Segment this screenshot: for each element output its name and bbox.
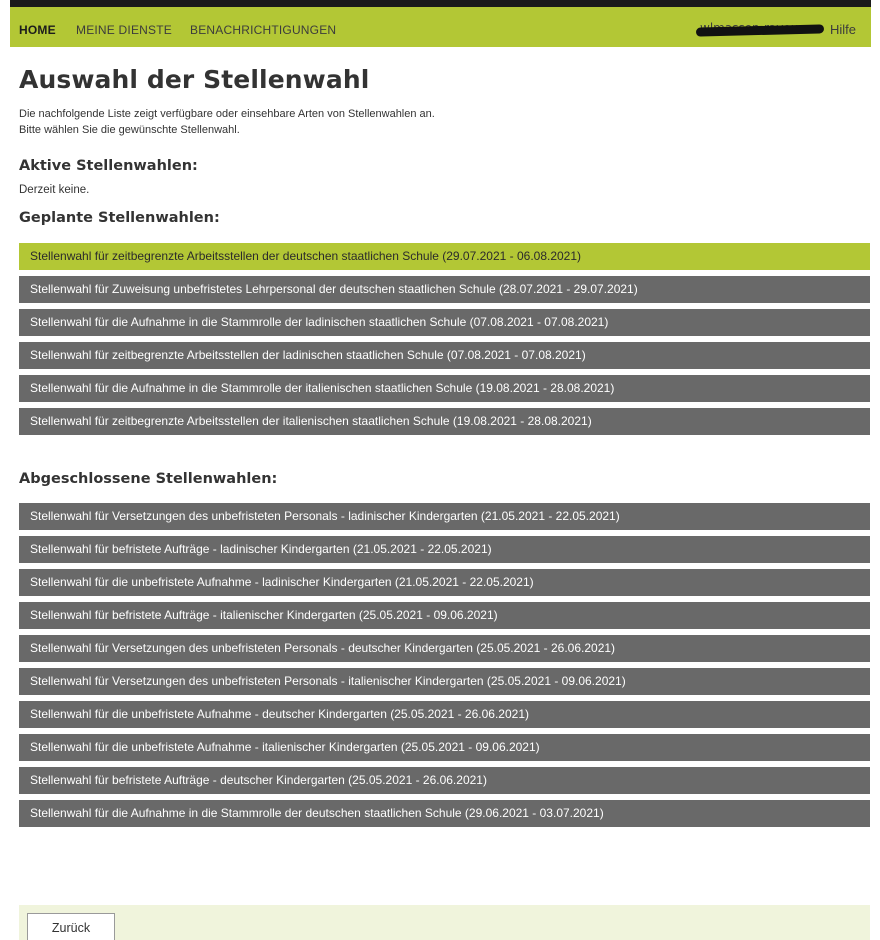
abgeschlossene-item[interactable]: Stellenwahl für die unbefristete Aufnahm…: [19, 701, 870, 728]
intro-line-2: Bitte wählen Sie die gewünschte Stellenw…: [19, 124, 240, 136]
abgeschlossene-item[interactable]: Stellenwahl für befristete Aufträge - it…: [19, 602, 870, 629]
aktive-empty-text: Derzeit keine.: [19, 184, 90, 196]
abgeschlossene-heading: Abgeschlossene Stellenwahlen:: [19, 471, 278, 487]
top-navigation-bar: HOME MEINE DIENSTE BENACHRICHTIGUNGEN wl…: [10, 0, 871, 47]
abgeschlossene-list: Stellenwahl für Versetzungen des unbefri…: [19, 503, 870, 833]
back-button[interactable]: Zurück: [27, 913, 115, 940]
abgeschlossene-item[interactable]: Stellenwahl für befristete Aufträge - la…: [19, 536, 870, 563]
intro-text: Die nachfolgende Liste zeigt verfügbare …: [19, 106, 435, 138]
geplante-item[interactable]: Stellenwahl für zeitbegrenzte Arbeitsste…: [19, 342, 870, 369]
aktive-heading: Aktive Stellenwahlen:: [19, 158, 198, 174]
geplante-item[interactable]: Stellenwahl für zeitbegrenzte Arbeitsste…: [19, 408, 870, 435]
geplante-item[interactable]: Stellenwahl für zeitbegrenzte Arbeitsste…: [19, 243, 870, 270]
footer-bar: Zurück: [19, 905, 870, 940]
intro-line-1: Die nachfolgende Liste zeigt verfügbare …: [19, 108, 435, 120]
abgeschlossene-item[interactable]: Stellenwahl für die unbefristete Aufnahm…: [19, 734, 870, 761]
geplante-heading: Geplante Stellenwahlen:: [19, 210, 220, 226]
page-title: Auswahl der Stellenwahl: [19, 65, 370, 94]
nav-meine-dienste-link[interactable]: MEINE DIENSTE: [76, 23, 172, 37]
nav-benachrichtigungen-link[interactable]: BENACHRICHTIGUNGEN: [190, 23, 336, 37]
geplante-item[interactable]: Stellenwahl für Zuweisung unbefristetes …: [19, 276, 870, 303]
abgeschlossene-item[interactable]: Stellenwahl für die unbefristete Aufnahm…: [19, 569, 870, 596]
abgeschlossene-item[interactable]: Stellenwahl für Versetzungen des unbefri…: [19, 668, 870, 695]
abgeschlossene-item[interactable]: Stellenwahl für Versetzungen des unbefri…: [19, 503, 870, 530]
abgeschlossene-item[interactable]: Stellenwahl für die Aufnahme in die Stam…: [19, 800, 870, 827]
nav-home-link[interactable]: HOME: [19, 23, 56, 37]
abgeschlossene-item[interactable]: Stellenwahl für befristete Aufträge - de…: [19, 767, 870, 794]
nav-hilfe-link[interactable]: Hilfe: [830, 22, 856, 37]
abgeschlossene-item[interactable]: Stellenwahl für Versetzungen des unbefri…: [19, 635, 870, 662]
geplante-list: Stellenwahl für zeitbegrenzte Arbeitsste…: [19, 243, 870, 441]
geplante-item[interactable]: Stellenwahl für die Aufnahme in die Stam…: [19, 375, 870, 402]
geplante-item[interactable]: Stellenwahl für die Aufnahme in die Stam…: [19, 309, 870, 336]
